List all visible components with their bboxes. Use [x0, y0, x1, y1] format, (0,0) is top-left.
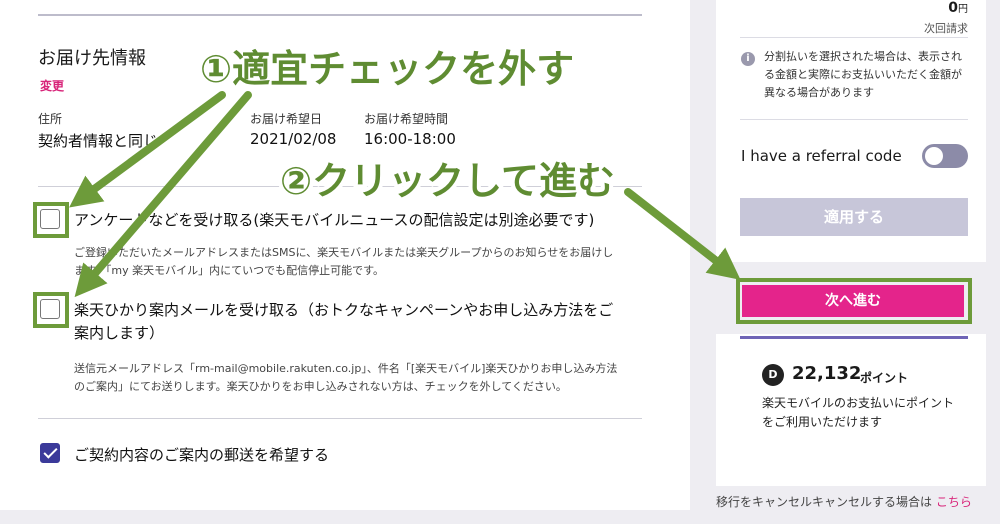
referral-toggle[interactable] [922, 144, 968, 168]
hikari-checkbox[interactable] [40, 299, 60, 319]
change-link[interactable]: 変更 [40, 77, 64, 94]
points-badge-icon: D [762, 364, 784, 386]
time-label: お届け希望時間 [364, 112, 449, 126]
cancel-link[interactable]: こちら [936, 495, 972, 509]
survey-checkbox[interactable] [40, 209, 60, 229]
amount-unit: 円 [958, 4, 968, 15]
divider [740, 119, 968, 120]
hikari-desc-line2: のご案内」にてお送りします。楽天ひかりをお申し込みされない方は、チェックを外して… [74, 380, 567, 393]
divider [38, 14, 642, 16]
info-text: 分割払いを選択された場合は、表示される金額と実際にお支払いいただく金額が異なる場… [764, 50, 962, 99]
amount: 0円 [948, 0, 968, 16]
points-value: 22,132 [792, 363, 862, 384]
annotation-step1: ①適宜チェックを外す [196, 43, 578, 95]
next-button[interactable]: 次へ進む [742, 285, 964, 317]
date-value: 2021/02/08 [250, 130, 337, 148]
referral-label: I have a referral code [741, 147, 902, 165]
survey-desc-line2: ます。「my 楽天モバイル」内にていつでも配信停止可能です。 [74, 264, 385, 277]
points-text: 楽天モバイルのお支払いにポイントをご利用いただけます [762, 396, 955, 429]
cancel-text: 移行をキャンセルキャンセルする場合は こちら [716, 493, 972, 510]
hikari-label-line1: 楽天ひかり案内メールを受け取る（おトクなキャンペーンやお申し込み方法をご [74, 301, 614, 319]
survey-desc-line1: ご登録いただいたメールアドレスまたはSMSに、楽天モバイルまたは楽天グループから… [74, 246, 614, 259]
cancel-prefix: 移行をキャンセルキャンセルする場合は [716, 495, 933, 509]
hikari-desc-line1: 送信元メールアドレス「rm-mail@mobile.rakuten.co.jp」… [74, 362, 618, 375]
hikari-label-line2: 案内します） [74, 324, 165, 342]
info-icon: i [741, 52, 755, 66]
divider [38, 418, 642, 419]
date-label: お届け希望日 [250, 112, 323, 126]
amount-value: 0 [948, 0, 958, 16]
next-bill-label: 次回請求 [924, 22, 968, 35]
address-value: 契約者情報と同じ [38, 132, 159, 150]
annotation-step2: ②クリックして進む [276, 155, 619, 207]
survey-label: アンケートなどを受け取る(楽天モバイルニュースの配信設定は別途必要です) [74, 211, 595, 229]
address-label: 住所 [38, 112, 63, 126]
apply-button[interactable]: 適用する [740, 198, 968, 236]
mail-checkbox[interactable] [40, 443, 60, 463]
delivery-title: お届け先情報 [38, 48, 146, 69]
mail-label: ご契約内容のご案内の郵送を希望する [74, 446, 330, 464]
time-value: 16:00-18:00 [364, 130, 456, 148]
divider [740, 37, 968, 38]
points-unit: ポイント [860, 371, 909, 385]
